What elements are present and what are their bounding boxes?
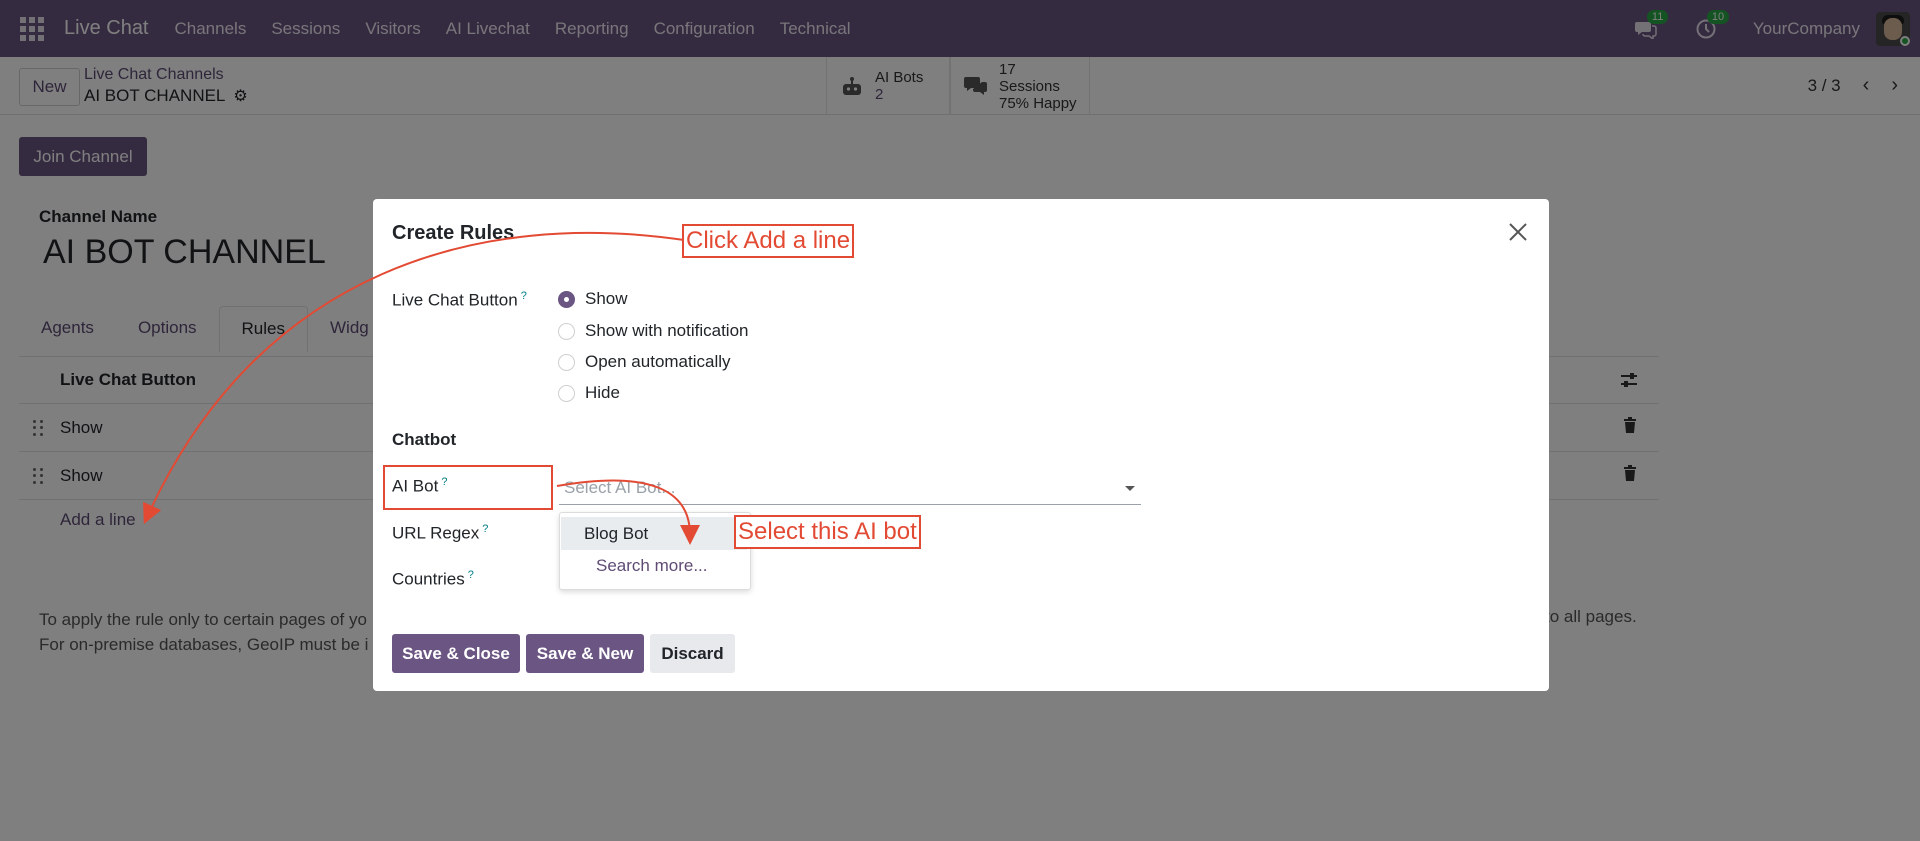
help-tooltip-icon[interactable]: ? bbox=[482, 523, 488, 535]
create-rules-dialog: Create Rules Live Chat Button? Show Show… bbox=[373, 199, 1549, 691]
radio-unchecked-icon[interactable] bbox=[558, 384, 575, 402]
caret-down-icon[interactable] bbox=[1125, 486, 1135, 491]
save-new-button[interactable]: Save & New bbox=[526, 634, 644, 673]
dialog-title: Create Rules bbox=[392, 222, 515, 244]
countries-label: Countries? bbox=[392, 569, 474, 589]
radio-label: Open automatically bbox=[585, 352, 731, 371]
radio-hide[interactable]: Hide bbox=[558, 383, 620, 403]
url-regex-label: URL Regex? bbox=[392, 523, 489, 543]
radio-label: Show bbox=[585, 289, 628, 308]
close-icon[interactable] bbox=[1507, 221, 1529, 243]
annotation-select-bot: Select this AI bot bbox=[734, 515, 921, 549]
annotation-highlight-ai-bot bbox=[383, 465, 553, 510]
help-tooltip-icon[interactable]: ? bbox=[521, 290, 527, 302]
discard-button[interactable]: Discard bbox=[650, 634, 735, 673]
radio-label: Show with notification bbox=[585, 321, 749, 340]
radio-show-with-notification[interactable]: Show with notification bbox=[558, 321, 748, 341]
radio-open-automatically[interactable]: Open automatically bbox=[558, 352, 731, 372]
radio-show[interactable]: Show bbox=[558, 289, 628, 309]
radio-checked-icon[interactable] bbox=[558, 290, 575, 308]
dropdown-item-blog-bot[interactable]: Blog Bot bbox=[561, 517, 747, 550]
annotation-click-add-line: Click Add a line bbox=[682, 224, 855, 258]
save-close-button[interactable]: Save & Close bbox=[392, 634, 520, 673]
ai-bot-select[interactable]: Select AI Bot... bbox=[559, 471, 1141, 505]
radio-unchecked-icon[interactable] bbox=[558, 353, 575, 371]
ai-bot-placeholder: Select AI Bot... bbox=[564, 477, 676, 497]
ai-bot-dropdown: Blog Bot Search more... bbox=[559, 512, 751, 590]
chatbot-section-label: Chatbot bbox=[392, 430, 457, 449]
radio-unchecked-icon[interactable] bbox=[558, 322, 575, 340]
help-tooltip-icon[interactable]: ? bbox=[468, 569, 474, 581]
live-chat-button-label: Live Chat Button? bbox=[392, 290, 527, 310]
search-more-link[interactable]: Search more... bbox=[596, 556, 708, 576]
radio-label: Hide bbox=[585, 383, 620, 402]
